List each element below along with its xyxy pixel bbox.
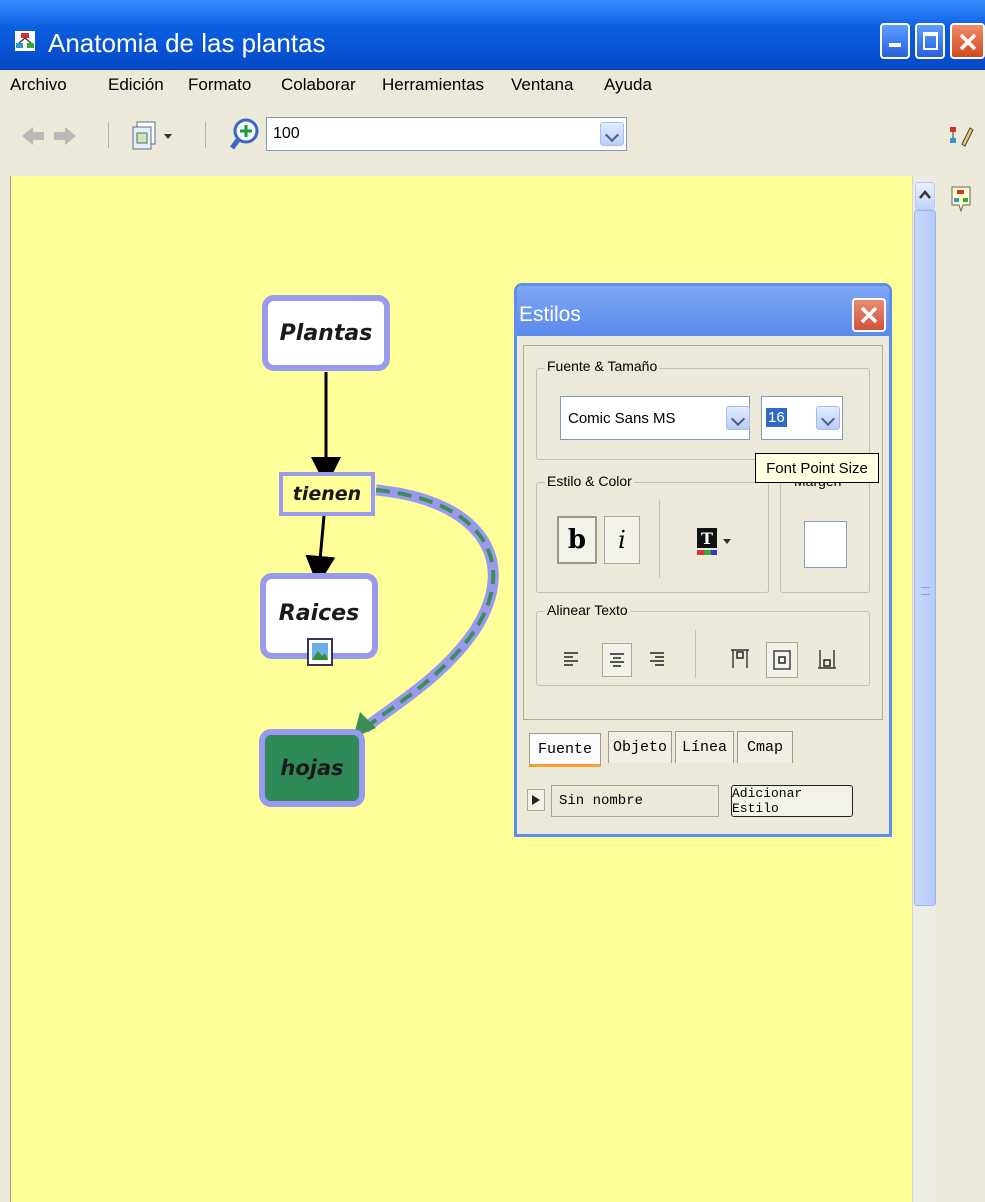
tab-cmap[interactable]: Cmap — [737, 731, 793, 763]
concept-label: Plantas — [279, 320, 373, 346]
tab-linea[interactable]: Línea — [675, 731, 734, 763]
svg-text:T: T — [701, 529, 713, 548]
link-tienen-raices[interactable] — [305, 515, 336, 586]
scroll-thumb[interactable] — [914, 210, 936, 906]
styles-dialog-title: Estilos — [519, 303, 581, 326]
tab-label: Fuente — [537, 740, 592, 758]
tab-objeto[interactable]: Objeto — [608, 731, 672, 763]
align-separator — [695, 630, 696, 678]
image-resource-icon[interactable] — [307, 638, 333, 666]
concept-hojas[interactable]: hojas — [259, 729, 365, 807]
linking-phrase-label: tienen — [292, 483, 362, 505]
tab-label: Cmap — [746, 739, 783, 756]
font-size-select[interactable]: 16 — [761, 396, 843, 440]
styles-dialog-close-button[interactable] — [852, 298, 886, 332]
style-color-group-label: Estilo & Color — [545, 473, 634, 489]
align-middle-icon — [773, 650, 791, 670]
chevron-down-icon[interactable] — [726, 406, 750, 430]
align-bottom-icon[interactable] — [817, 648, 837, 670]
style-name-value: Sin nombre — [559, 793, 644, 809]
style-name-field[interactable]: Sin nombre — [551, 785, 719, 817]
bold-button-label: b — [567, 525, 587, 555]
tab-label: Línea — [681, 739, 727, 756]
align-top-icon[interactable] — [730, 648, 750, 670]
cmap-application-window: Anatomia de las plantas Archivo Edición … — [0, 0, 985, 1202]
tab-fuente[interactable]: Fuente — [529, 733, 601, 767]
margin-preview[interactable] — [804, 521, 847, 568]
font-family-value: Comic Sans MS — [568, 410, 676, 427]
style-separator — [659, 500, 660, 578]
styles-dialog-titlebar[interactable]: Estilos — [517, 286, 889, 336]
concept-plantas[interactable]: Plantas — [262, 295, 390, 371]
tooltip-text: Font Point Size — [766, 459, 868, 477]
font-size-value: 16 — [766, 408, 787, 427]
concept-label: hojas — [280, 756, 344, 780]
align-middle-button[interactable] — [766, 642, 798, 678]
font-size-group-label: Fuente & Tamaño — [545, 358, 660, 374]
align-center-button[interactable] — [602, 643, 632, 677]
close-icon — [860, 306, 878, 324]
concept-label: Raices — [278, 601, 360, 626]
font-family-select[interactable]: Comic Sans MS — [560, 396, 750, 440]
chevron-up-icon — [919, 190, 931, 199]
linking-phrase-tienen[interactable]: tienen — [279, 472, 375, 516]
link-tienen-hojas-selected[interactable] — [361, 484, 499, 733]
font-size-tooltip: Font Point Size — [755, 453, 879, 483]
align-right-icon[interactable] — [648, 650, 666, 668]
bold-button[interactable]: b — [557, 516, 597, 564]
styles-dialog: Estilos Fuente & Tamaño Comic Sans MS 16… — [514, 283, 892, 837]
scroll-up-button[interactable] — [915, 182, 935, 210]
side-panel — [937, 176, 985, 1202]
align-center-icon — [610, 653, 624, 667]
chevron-down-icon[interactable] — [816, 406, 840, 430]
collaboration-icon[interactable] — [949, 185, 973, 213]
italic-button[interactable]: i — [604, 516, 640, 564]
tab-label: Objeto — [612, 739, 667, 756]
expand-styles-button[interactable] — [527, 789, 545, 811]
text-color-icon[interactable]: T — [695, 526, 737, 558]
italic-button-label: i — [618, 526, 626, 554]
align-left-icon[interactable] — [562, 650, 580, 668]
vertical-scrollbar[interactable] — [912, 176, 936, 1202]
add-style-button-label: Adicionar Estilo — [732, 786, 803, 816]
add-style-button[interactable]: Adicionar Estilo — [731, 785, 853, 817]
play-arrow-icon — [532, 795, 540, 805]
scroll-grip — [921, 587, 930, 595]
align-text-group-label: Alinear Texto — [545, 602, 630, 618]
